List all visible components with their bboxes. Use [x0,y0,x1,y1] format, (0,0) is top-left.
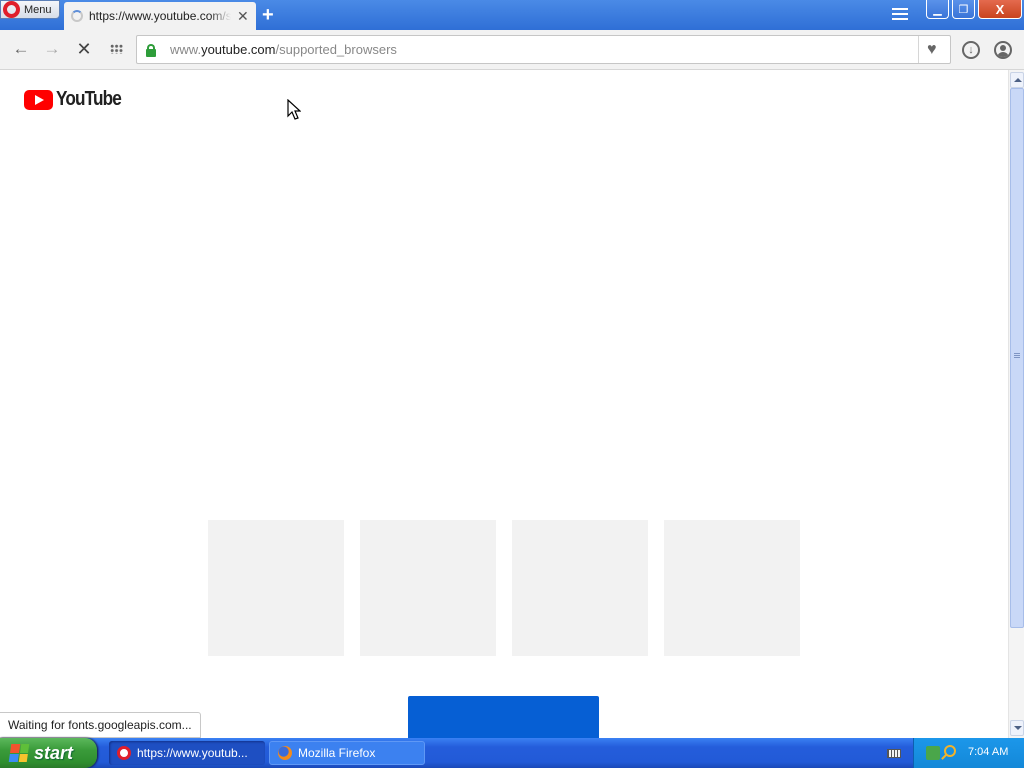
vertical-scrollbar[interactable] [1008,70,1024,738]
new-tab-button[interactable]: + [262,5,274,25]
opera-icon [117,746,131,760]
taskbar-item-label: https://www.youtub... [137,746,248,760]
system-tray: 7:04 AM [913,738,1024,768]
scroll-down-arrow-icon[interactable] [1010,720,1024,736]
browser-card-placeholder [664,520,800,656]
network-icon[interactable] [926,746,940,760]
restore-button[interactable]: ❐ [952,0,975,19]
address-bar[interactable]: www.youtube.com/supported_browsers ♥ [136,35,951,64]
scrollbar-thumb[interactable] [1010,88,1024,628]
forward-button[interactable]: → [41,38,63,60]
youtube-wordmark: YouTube [56,88,122,110]
speed-dial-button[interactable] [106,38,128,60]
windows-flag-icon [8,744,30,762]
youtube-play-icon [24,89,53,110]
downloads-icon[interactable]: ↓ [962,41,980,59]
url-text[interactable]: www.youtube.com/supported_browsers [170,42,397,57]
navigation-toolbar: ← → ✕ www.youtube.com/supported_browsers… [0,30,1024,70]
browser-card-placeholder [512,520,648,656]
clock[interactable]: 7:04 AM [968,746,1008,758]
taskbar-item-opera[interactable]: https://www.youtub... [109,741,265,765]
minimize-button[interactable]: ▁ [926,0,949,19]
taskbar-item-label: Mozilla Firefox [298,746,376,760]
close-button[interactable]: X [978,0,1022,19]
tab-youtube[interactable]: https://www.youtube.com/supported_browse… [64,2,256,30]
tab-title: https://www.youtube.com/supported_browse… [89,9,231,23]
opera-logo-icon [3,1,20,18]
taskbar: start https://www.youtub... Mozilla Fire… [0,738,1024,768]
lock-icon[interactable] [146,43,156,57]
bookmark-heart-icon[interactable]: ♥ [927,41,937,59]
page-viewport: YouTube [0,70,1008,738]
search-icon[interactable] [944,745,956,757]
address-bar-divider [918,36,919,63]
status-bar-text: Waiting for fonts.googleapis.com... [0,712,201,738]
opera-menu-button[interactable]: Menu [0,0,60,19]
primary-action-button[interactable] [408,696,599,738]
start-label: start [34,742,74,763]
browser-card-placeholder [208,520,344,656]
start-button[interactable]: start [0,738,97,768]
menu-label: Menu [24,3,52,16]
back-button[interactable]: ← [10,38,32,60]
youtube-logo[interactable]: YouTube [24,88,132,111]
tab-close-icon[interactable]: ✕ [237,8,249,25]
firefox-icon [278,746,292,760]
tab-menu-icon[interactable] [892,8,908,22]
taskbar-item-firefox[interactable]: Mozilla Firefox [269,741,425,765]
grid-icon [110,44,123,54]
browser-card-placeholder [360,520,496,656]
browser-title-bar: Menu https://www.youtube.com/supported_b… [0,0,1024,30]
stop-loading-button[interactable]: ✕ [73,38,95,60]
account-icon[interactable] [994,41,1012,59]
scroll-up-arrow-icon[interactable] [1010,72,1024,88]
loading-spinner-icon [71,10,83,22]
mouse-cursor-icon [287,99,301,120]
keyboard-icon[interactable] [887,749,901,758]
